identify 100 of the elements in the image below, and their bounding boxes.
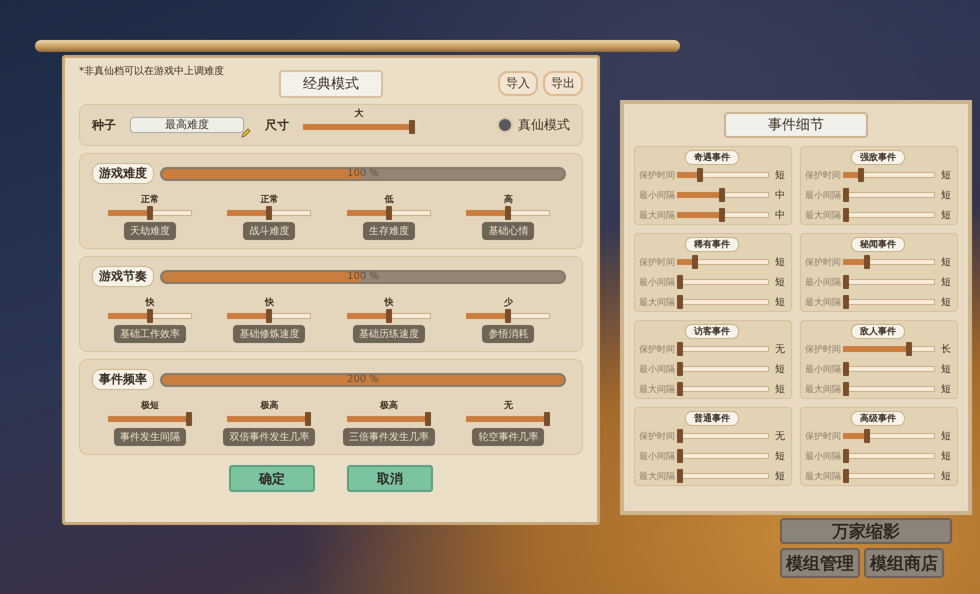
slider[interactable] [843, 469, 935, 483]
slider[interactable] [843, 429, 935, 443]
seed-field[interactable]: 最高难度 [130, 117, 244, 133]
slider-thumb[interactable] [677, 362, 683, 376]
slider-thumb[interactable] [386, 206, 392, 220]
slider-label: 天劫难度 [124, 222, 176, 240]
slider[interactable] [843, 382, 935, 396]
slider[interactable] [843, 449, 935, 463]
slider-reading: 极高 [380, 399, 398, 412]
event-title: 访客事件 [685, 324, 739, 339]
slider-thumb[interactable] [677, 429, 683, 443]
header-button[interactable]: 导出 [543, 71, 583, 96]
slider[interactable] [843, 295, 935, 309]
slider-thumb[interactable] [843, 449, 849, 463]
slider[interactable] [677, 208, 769, 222]
slider[interactable] [677, 429, 769, 443]
slider-fill [843, 433, 866, 439]
slider[interactable] [227, 309, 312, 323]
slider-thumb[interactable] [692, 255, 698, 269]
slider[interactable] [677, 469, 769, 483]
dialog-button[interactable]: 取消 [347, 465, 433, 492]
menu-button[interactable]: 万家缩影 [780, 518, 952, 544]
slider[interactable] [843, 208, 935, 222]
section-title: 游戏难度 [92, 163, 154, 184]
slider-thumb[interactable] [677, 469, 683, 483]
slider-thumb[interactable] [409, 120, 415, 134]
slider[interactable] [677, 255, 769, 269]
panel-title: 事件细节 [724, 112, 868, 138]
slider-reading: 极短 [140, 400, 159, 412]
slider[interactable] [677, 295, 769, 309]
slider-reading: 中 [774, 188, 785, 202]
slider-thumb[interactable] [386, 309, 392, 323]
slider-thumb[interactable] [424, 412, 431, 426]
slider[interactable] [303, 120, 415, 134]
slider-thumb[interactable] [266, 309, 272, 323]
slider[interactable] [466, 412, 550, 426]
slider[interactable] [677, 362, 769, 376]
slider-thumb[interactable] [843, 275, 849, 289]
slider-thumb[interactable] [677, 449, 683, 463]
slider[interactable] [843, 255, 935, 269]
slider[interactable] [843, 342, 935, 356]
slider-reading: 快 [264, 296, 274, 309]
slider-thumb[interactable] [843, 469, 849, 483]
slider-thumb[interactable] [305, 412, 312, 426]
slider[interactable] [677, 449, 769, 463]
slider[interactable] [466, 206, 550, 220]
slider-thumb[interactable] [858, 168, 864, 182]
slider-thumb[interactable] [677, 382, 683, 396]
pencil-icon[interactable] [241, 128, 251, 138]
slider-thumb[interactable] [843, 295, 849, 309]
slider[interactable] [843, 362, 935, 376]
slider[interactable] [843, 188, 935, 202]
dialog-button[interactable]: 确定 [229, 465, 315, 492]
slider-thumb[interactable] [505, 309, 512, 323]
slider-label: 战斗难度 [243, 222, 296, 240]
slider-reading: 少 [504, 296, 513, 309]
slider-thumb[interactable] [864, 429, 870, 443]
slider-thumb[interactable] [505, 206, 512, 220]
event-title: 稀有事件 [685, 237, 739, 252]
header-button[interactable]: 导入 [498, 71, 538, 96]
menu-button[interactable]: 模组商店 [864, 548, 944, 578]
slider-thumb[interactable] [677, 275, 683, 289]
slider-thumb[interactable] [544, 412, 550, 426]
slider-thumb[interactable] [696, 168, 703, 182]
slider[interactable] [466, 309, 550, 323]
slider[interactable] [227, 206, 312, 220]
slider-reading: 长 [940, 342, 951, 356]
slider-thumb[interactable] [266, 206, 272, 220]
slider-thumb[interactable] [677, 342, 683, 356]
slider-thumb[interactable] [719, 188, 726, 202]
slider-thumb[interactable] [843, 188, 849, 202]
slider[interactable] [346, 309, 431, 323]
slider[interactable] [346, 206, 431, 220]
slider[interactable] [677, 275, 769, 289]
slider[interactable] [108, 412, 192, 426]
slider-thumb[interactable] [677, 295, 683, 309]
slider[interactable] [108, 206, 192, 220]
slider-thumb[interactable] [719, 208, 726, 222]
radio-button[interactable] [497, 117, 513, 133]
slider[interactable] [346, 412, 431, 426]
slider-thumb[interactable] [843, 362, 849, 376]
slider-thumb[interactable] [864, 255, 870, 269]
slider-thumb[interactable] [146, 309, 153, 323]
slider-thumb[interactable] [186, 412, 192, 426]
slider-label: 最大间隔 [639, 470, 675, 482]
slider-label: 轮空事件几率 [472, 428, 544, 446]
slider-thumb[interactable] [843, 382, 849, 396]
slider[interactable] [843, 168, 935, 182]
slider[interactable] [677, 188, 769, 202]
slider[interactable] [227, 412, 312, 426]
slider[interactable] [108, 309, 192, 323]
menu-button[interactable]: 模组管理 [780, 548, 860, 578]
slider-thumb[interactable] [843, 208, 849, 222]
slider-label: 最大间隔 [639, 210, 675, 222]
slider-thumb[interactable] [146, 206, 153, 220]
slider[interactable] [677, 342, 769, 356]
slider[interactable] [677, 382, 769, 396]
slider[interactable] [843, 275, 935, 289]
slider-thumb[interactable] [906, 342, 912, 356]
slider[interactable] [677, 168, 769, 182]
